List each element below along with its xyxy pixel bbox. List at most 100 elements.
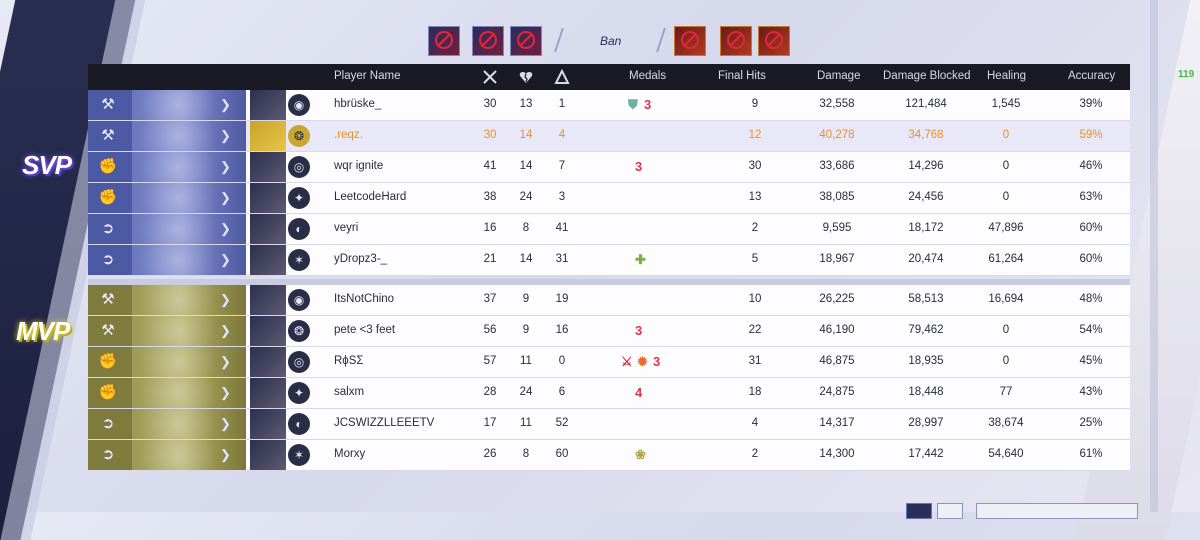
- chevron-right-icon: ❯: [220, 385, 231, 400]
- player-name: hbrüske_: [334, 98, 382, 110]
- healing-value: 77: [999, 386, 1013, 398]
- player-row[interactable]: ➲ ❯ ◐ JCSWIZZLLEEETV 17 11 52 4 14,317 28,997 38,6…: [88, 409, 1130, 440]
- medal-icon[interactable]: ⚔: [621, 354, 633, 370]
- assists-value: 16: [555, 324, 569, 336]
- medal-icon[interactable]: 3: [635, 323, 642, 338]
- hero-portrait[interactable]: ➲ ❯: [88, 440, 246, 470]
- player-emblem-icon: ◎: [288, 156, 310, 178]
- corner-value: 119: [1178, 69, 1195, 80]
- player-emblem-icon: ✦: [288, 187, 310, 209]
- hero-portrait[interactable]: ➲ ❯: [88, 409, 246, 439]
- final-hits-value: 13: [748, 191, 762, 203]
- deaths-value: 8: [522, 448, 530, 460]
- ban-divider: [656, 28, 666, 52]
- final-hits-value: 5: [751, 253, 759, 265]
- damage-blocked-value: 58,513: [908, 293, 944, 305]
- damage-blocked-value: 79,462: [908, 324, 944, 336]
- player-name: veyri: [334, 222, 359, 234]
- player-row[interactable]: ✊ ❯ ✦ LeetcodeHard 38 24 3 13 38,085 24,456 0 63%: [88, 183, 1130, 214]
- healing-value: 0: [1002, 324, 1010, 336]
- player-row[interactable]: ⚒ ❯ ◉ ItsNotChino 37 9 19 10 26,225 58,513 16,694 4…: [88, 285, 1130, 316]
- player-row[interactable]: ➲ ❯ ✶ Morxy 26 8 60 ❀ 2 14,300 17,442 54,640 61%: [88, 440, 1130, 471]
- bottom-input-field[interactable]: [976, 503, 1138, 519]
- damage-blocked-value: 24,456: [908, 191, 944, 203]
- hero-portrait[interactable]: ➲ ❯: [88, 214, 246, 244]
- assist-icon: [554, 68, 570, 85]
- deaths-value: 9: [522, 293, 530, 305]
- chevron-right-icon: ❯: [220, 252, 231, 267]
- secondary-hero-icon: [250, 316, 286, 346]
- player-name: JCSWIZZLLEEETV: [334, 417, 435, 429]
- hero-portrait[interactable]: ✊ ❯: [88, 183, 246, 213]
- medal-icon[interactable]: ❀: [635, 447, 646, 463]
- accuracy-value: 46%: [1079, 160, 1103, 172]
- svp-badge: SVP: [22, 150, 72, 180]
- ban-label: Ban: [600, 34, 622, 48]
- player-name: wqr ignite: [334, 160, 384, 172]
- player-row[interactable]: ✊ ❯ ◎ RϕSΣ 57 11 0 ⚔ ✹ 3 31 46,875 18,935 0 45%: [88, 347, 1130, 378]
- deaths-value: 14: [519, 253, 533, 265]
- team-divider: [88, 279, 1130, 285]
- hero-portrait[interactable]: ✊ ❯: [88, 378, 246, 408]
- player-row[interactable]: ⚒ ❯ ◉ hbrüske_ 30 13 1 ⛊ 3 9 32,558 121,484 1,545 39%: [88, 90, 1130, 121]
- scoreboard-header: Player Name Medals Final Hits Damage Dam…: [88, 64, 1130, 90]
- deaths-value: 24: [519, 386, 533, 398]
- medal-icon[interactable]: ⛊: [628, 97, 638, 113]
- chevron-right-icon: ❯: [220, 323, 231, 338]
- medal-icon[interactable]: 4: [635, 385, 642, 400]
- player-name: LeetcodeHard: [334, 191, 407, 203]
- player-name: pete <3 feet: [334, 324, 396, 336]
- damage-value: 24,875: [819, 386, 855, 398]
- hero-portrait[interactable]: ⚒ ❯: [88, 316, 246, 346]
- assists-value: 31: [555, 253, 569, 265]
- assists-value: 6: [558, 386, 566, 398]
- chevron-right-icon: ❯: [220, 447, 231, 462]
- kills-value: 57: [483, 355, 497, 367]
- medal-icon[interactable]: ✹: [637, 354, 648, 370]
- hero-portrait[interactable]: ✊ ❯: [88, 152, 246, 182]
- hero-portrait[interactable]: ⚒ ❯: [88, 285, 246, 315]
- player-row[interactable]: ➲ ❯ ✶ yDropz3-_ 21 14 31 ✚ 5 18,967 20,474 61,264 60…: [88, 245, 1130, 276]
- secondary-hero-icon: [250, 183, 286, 213]
- hero-portrait[interactable]: ✊ ❯: [88, 347, 246, 377]
- header-medals: Medals: [629, 70, 667, 82]
- player-row[interactable]: ➲ ❯ ◐ veyri 16 8 41 2 9,595 18,172 47,896 60%: [88, 214, 1130, 245]
- strategist-role-icon: ➲: [101, 220, 115, 237]
- duelist-role-icon: ✊: [98, 384, 118, 401]
- assists-value: 7: [558, 160, 566, 172]
- hero-portrait[interactable]: ⚒ ❯: [88, 90, 246, 120]
- player-emblem-icon: ◉: [288, 94, 310, 116]
- player-emblem-icon: ✶: [288, 249, 310, 271]
- player-emblem-icon: ✦: [288, 382, 310, 404]
- damage-value: 9,595: [822, 222, 852, 234]
- final-hits-value: 10: [748, 293, 762, 305]
- hero-portrait[interactable]: ➲ ❯: [88, 245, 246, 275]
- chevron-right-icon: ❯: [220, 354, 231, 369]
- deaths-value: 14: [519, 160, 533, 172]
- accuracy-value: 39%: [1079, 98, 1103, 110]
- chevron-right-icon: ❯: [220, 292, 231, 307]
- medal-icon[interactable]: ✚: [635, 252, 646, 268]
- player-emblem-icon: ◉: [288, 289, 310, 311]
- player-row[interactable]: ✊ ❯ ◎ wqr ignite 41 14 7 3 30 33,686 14,296 0 46%: [88, 152, 1130, 183]
- strategist-role-icon: ➲: [101, 251, 115, 268]
- player-emblem-icon: ◎: [288, 351, 310, 373]
- medal-icon[interactable]: 3: [644, 97, 651, 112]
- player-row[interactable]: ✊ ❯ ✦ salxm 28 24 6 4 18 24,875 18,448 77 43%: [88, 378, 1130, 409]
- damage-value: 14,317: [819, 417, 855, 429]
- medal-icon[interactable]: 3: [635, 159, 642, 174]
- player-row[interactable]: ⚒ ❯ ❂ pete <3 feet 56 9 16 3 22 46,190 79,462 0 54%: [88, 316, 1130, 347]
- assists-value: 1: [558, 98, 566, 110]
- crossed-swords-icon: [482, 69, 498, 85]
- hero-portrait[interactable]: ⚒ ❯: [88, 121, 246, 151]
- damage-blocked-value: 17,442: [908, 448, 944, 460]
- player-emblem-icon: ◐: [288, 413, 310, 435]
- player-name: Morxy: [334, 448, 366, 460]
- medal-icon[interactable]: 3: [653, 354, 660, 369]
- player-row[interactable]: ⚒ ❯ ❂ .reqz. 30 14 4 12 40,278 34,768 0 59%: [88, 121, 1130, 152]
- next-page-button[interactable]: [937, 503, 963, 519]
- final-hits-value: 22: [748, 324, 762, 336]
- kills-value: 28: [483, 386, 497, 398]
- prev-page-button[interactable]: [906, 503, 932, 519]
- secondary-hero-icon: [250, 440, 286, 470]
